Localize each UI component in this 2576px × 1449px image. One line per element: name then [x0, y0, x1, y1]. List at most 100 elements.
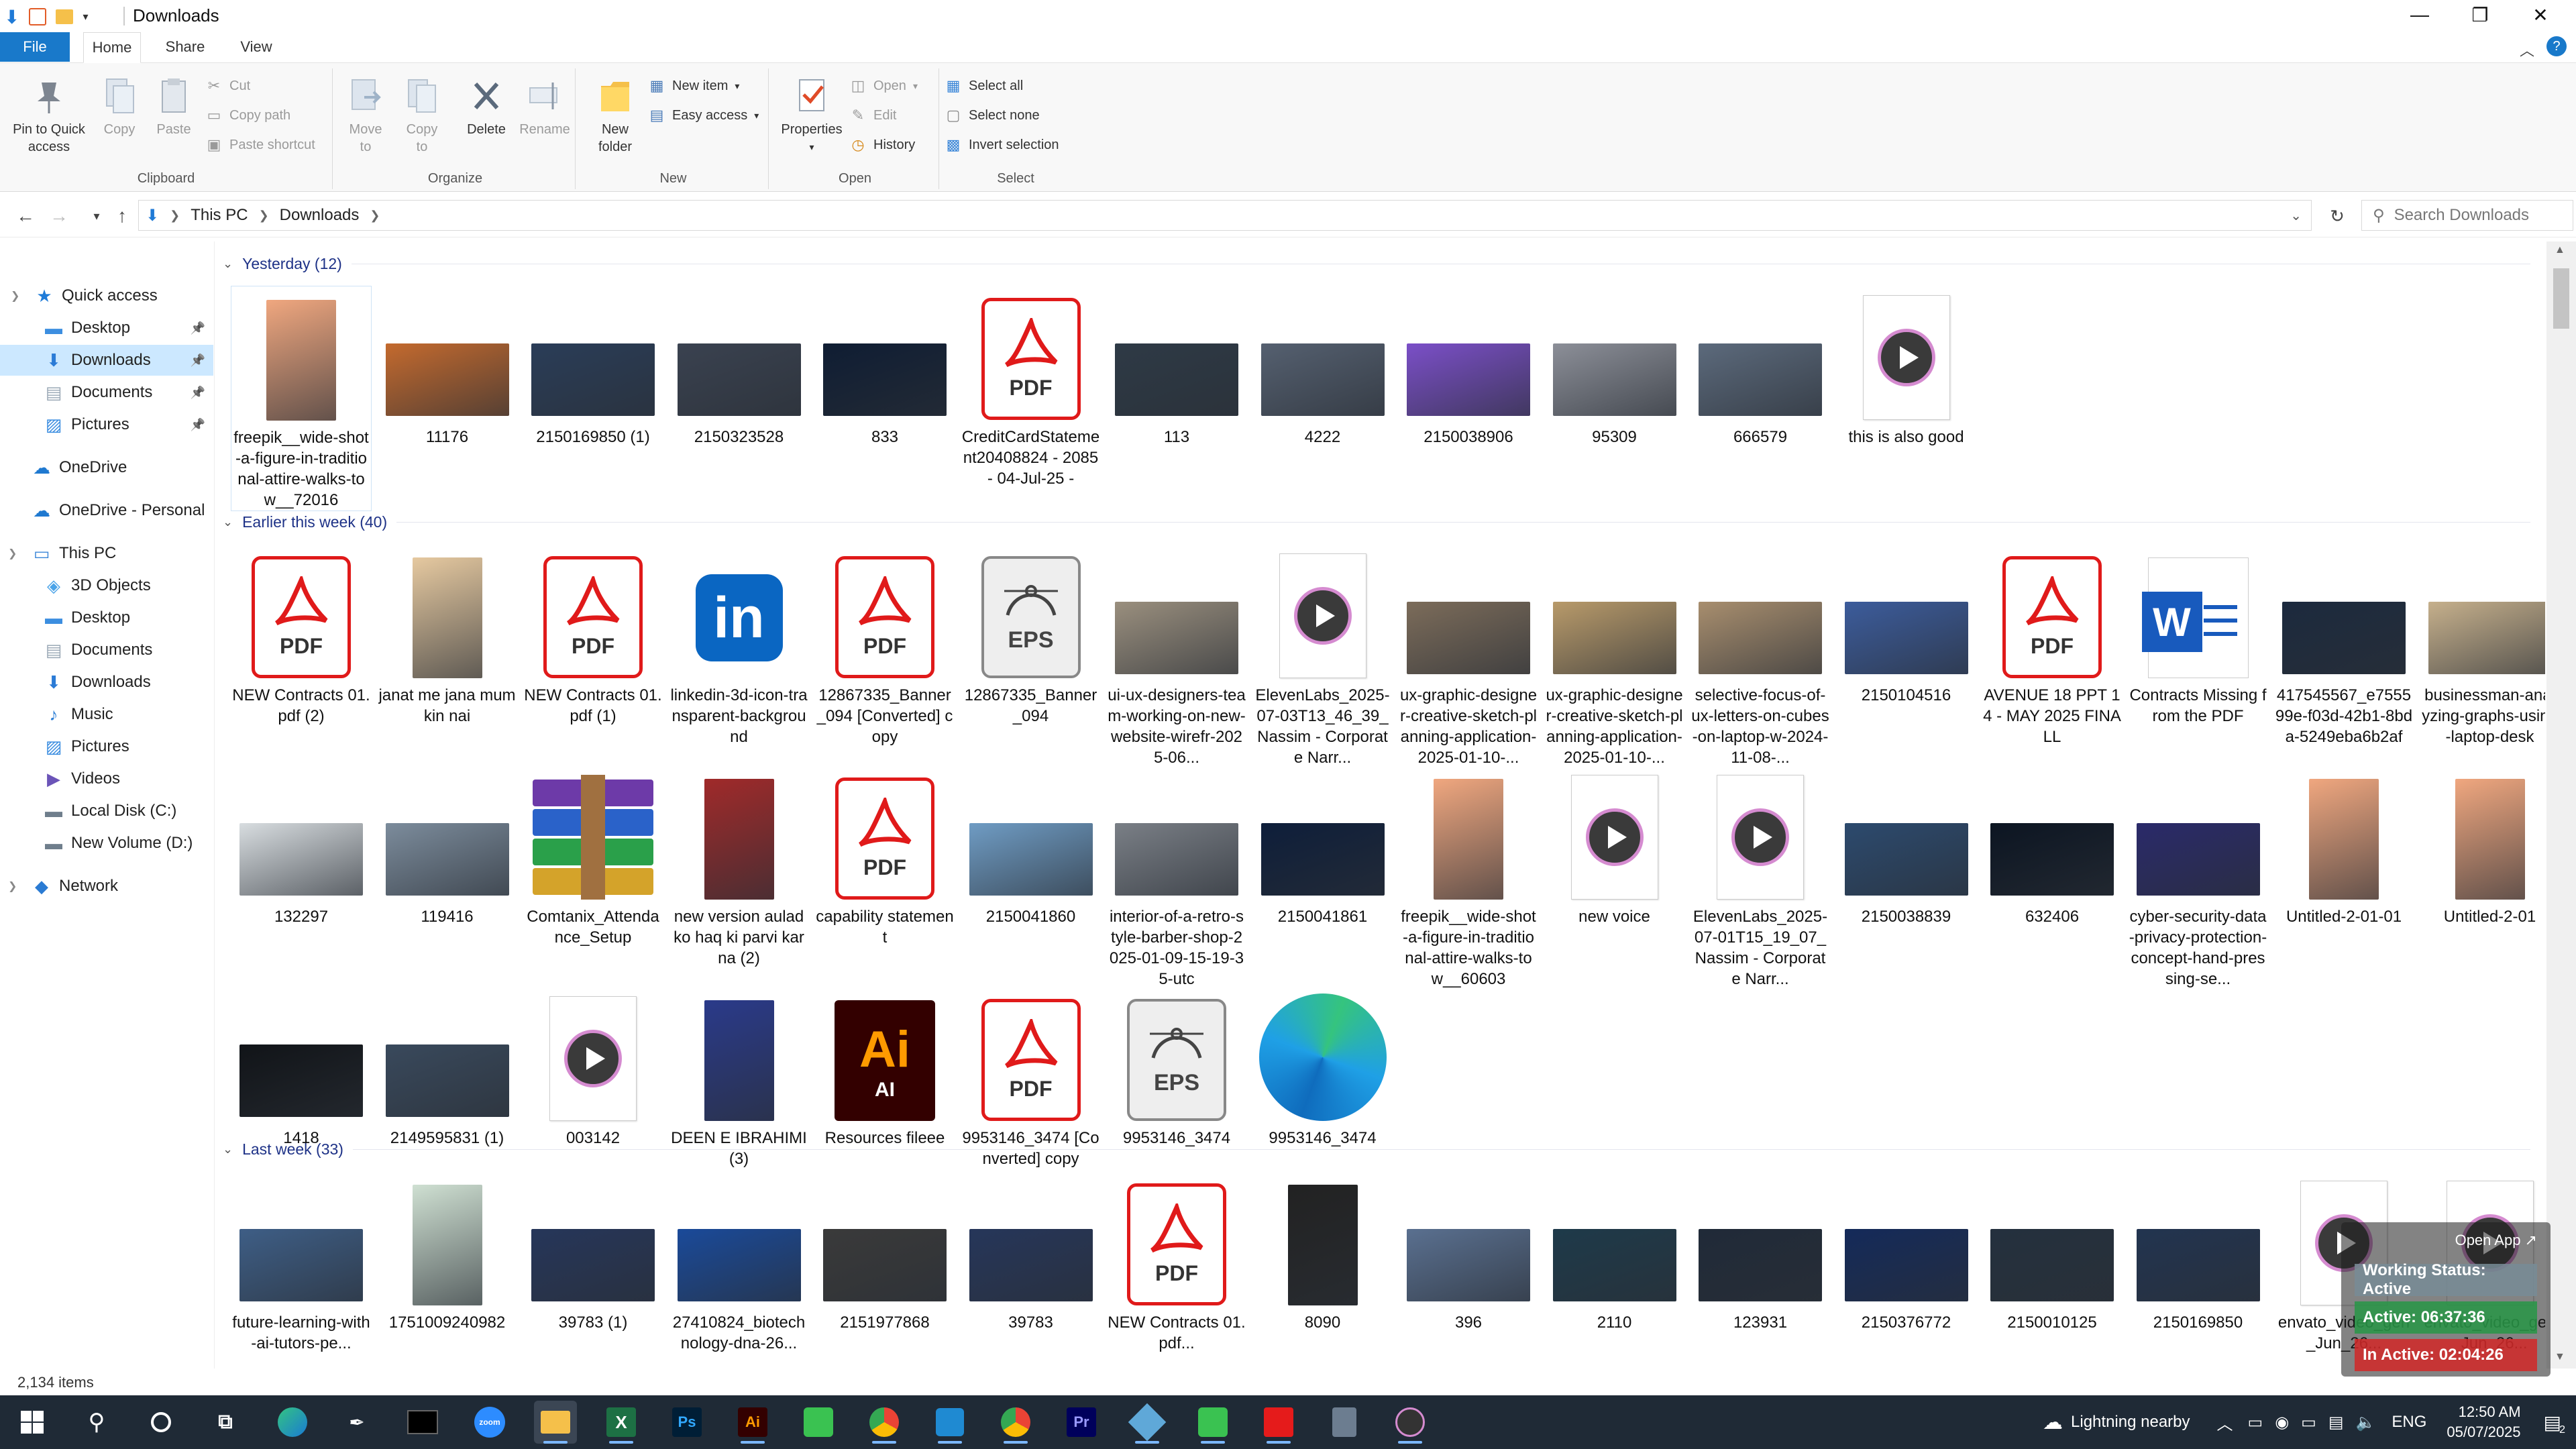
file-item[interactable]: EPS 9953146_3474 — [1106, 987, 1247, 1148]
file-item[interactable]: ElevenLabs_2025-07-01T15_19_07_Nassim - … — [1690, 765, 1831, 989]
nav-item-this-pc[interactable]: ❯ ▭ This PC — [0, 538, 213, 569]
file-item[interactable]: future-learning-with-ai-tutors-pe... — [231, 1171, 372, 1354]
edge-taskbar-icon[interactable] — [271, 1401, 314, 1444]
nav-item-local-disk-c-[interactable]: ▬ Local Disk (C:) — [0, 796, 213, 826]
file-item[interactable]: janat me jana mumkin nai — [377, 544, 518, 727]
photoshop-icon[interactable]: Ps — [665, 1401, 708, 1444]
delete-button[interactable]: Delete — [463, 75, 510, 138]
file-item[interactable]: 2150323528 — [669, 286, 810, 447]
file-item[interactable]: new version aulad ko haq ki parvi karna … — [669, 765, 810, 969]
group-header[interactable]: ⌄ Last week (33) — [223, 1140, 2530, 1159]
start-button[interactable] — [11, 1401, 54, 1444]
file-item[interactable]: 417545567_e755599e-f03d-42b1-8bda-5249eb… — [2273, 544, 2414, 747]
file-item[interactable]: PDF AVENUE 18 PPT 14 - MAY 2025 FINALL — [1982, 544, 2123, 747]
illustrator-icon[interactable]: Ai — [731, 1401, 774, 1444]
file-item[interactable]: 632406 — [1982, 765, 2123, 927]
nav-item-documents[interactable]: ▤ Documents — [0, 635, 213, 665]
refresh-button[interactable]: ↻ — [2322, 201, 2352, 231]
back-button[interactable]: ← — [11, 201, 40, 231]
file-item[interactable]: freepik__wide-shot-a-figure-in-tradition… — [1398, 765, 1539, 989]
file-item[interactable]: 123931 — [1690, 1171, 1831, 1333]
file-item[interactable]: businessman-analyzing-graphs-using-lapto… — [2420, 544, 2545, 747]
paste-shortcut-button[interactable]: ▣ Paste shortcut — [205, 131, 315, 158]
nav-item-pictures[interactable]: ▨ Pictures — [0, 731, 213, 762]
forward-button[interactable]: → — [44, 201, 74, 231]
file-item[interactable]: PDF NEW Contracts 01.pdf... — [1106, 1171, 1247, 1354]
file-item[interactable]: ElevenLabs_2025-07-03T13_46_39_Nassim - … — [1252, 544, 1393, 768]
nav-item-pictures[interactable]: ▨ Pictures 📌 — [0, 409, 213, 440]
tab-file[interactable]: File — [0, 32, 70, 62]
file-item[interactable]: W Contracts Missing from the PDF — [2128, 544, 2269, 727]
file-item[interactable]: 2150041860 — [961, 765, 1102, 927]
move-to-button[interactable]: Move to — [342, 75, 389, 156]
premiere-icon[interactable]: Pr — [1060, 1401, 1103, 1444]
file-item[interactable]: 39783 (1) — [523, 1171, 663, 1333]
file-item[interactable]: this is also good — [1836, 286, 1977, 447]
easy-access-button[interactable]: ▤ Easy access ▾ — [648, 102, 759, 129]
file-item[interactable]: 8090 — [1252, 1171, 1393, 1333]
open-app-link[interactable]: Open App ↗ — [2455, 1232, 2537, 1249]
cortana-icon[interactable] — [140, 1401, 182, 1444]
webcam-icon[interactable]: ◉ — [2275, 1413, 2289, 1432]
file-item[interactable]: 2150169850 — [2128, 1171, 2269, 1333]
copy-to-button[interactable]: Copy to — [398, 75, 445, 156]
language-indicator[interactable]: ENG — [2392, 1413, 2426, 1432]
file-item[interactable]: 2150038839 — [1836, 765, 1977, 927]
tab-share[interactable]: Share — [158, 32, 212, 62]
scrollbar-thumb[interactable] — [2553, 268, 2569, 329]
file-item[interactable]: 396 — [1398, 1171, 1539, 1333]
calculator-icon[interactable] — [1323, 1401, 1366, 1444]
file-item[interactable]: interior-of-a-retro-style-barber-shop-20… — [1106, 765, 1247, 989]
nav-item-desktop[interactable]: ▬ Desktop 📌 — [0, 313, 213, 343]
phone-link-icon[interactable] — [1191, 1401, 1234, 1444]
nav-item-onedrive[interactable]: ☁ OneDrive — [0, 452, 213, 483]
chrome-icon[interactable] — [863, 1401, 906, 1444]
close-button[interactable]: ✕ — [2510, 0, 2571, 30]
up-button[interactable]: ↑ — [107, 201, 137, 231]
tab-view[interactable]: View — [229, 32, 283, 62]
nav-item-videos[interactable]: ▶ Videos — [0, 763, 213, 794]
acrobat-icon[interactable] — [1257, 1401, 1300, 1444]
file-item[interactable]: ux-graphic-designer-creative-sketch-plan… — [1544, 544, 1685, 768]
nav-item-music[interactable]: ♪ Music — [0, 699, 213, 730]
search-input[interactable]: Search Downloads — [2394, 206, 2529, 225]
file-item[interactable]: 1751009240982 — [377, 1171, 518, 1333]
nav-item-downloads[interactable]: ⬇ Downloads 📌 — [0, 345, 213, 376]
new-folder-quick-icon[interactable] — [56, 9, 74, 24]
file-item[interactable]: 95309 — [1544, 286, 1685, 447]
file-item[interactable]: PDF capability statement — [814, 765, 955, 948]
file-item[interactable]: ux-graphic-designer-creative-sketch-plan… — [1398, 544, 1539, 768]
minimize-button[interactable]: — — [2390, 0, 2450, 30]
nav-item-new-volume-d-[interactable]: ▬ New Volume (D:) — [0, 828, 213, 859]
app-hexagon-icon[interactable] — [1126, 1401, 1169, 1444]
file-item[interactable]: 4222 — [1252, 286, 1393, 447]
properties-quick-icon[interactable] — [29, 8, 47, 25]
weather-icon[interactable]: ☁ — [2043, 1411, 2063, 1434]
clock[interactable]: 12:50 AM 05/07/2025 — [2447, 1402, 2520, 1442]
file-item[interactable]: Untitled-2-01-01 — [2273, 765, 2414, 927]
new-folder-button[interactable]: New folder — [585, 75, 645, 156]
notification-center-icon[interactable]: ▤ 2 — [2544, 1411, 2565, 1436]
select-all-button[interactable]: ▦ Select all — [945, 72, 1024, 99]
file-item[interactable]: 833 — [814, 286, 955, 447]
address-bar[interactable]: ⬇ ❯ This PC ❯ Downloads ❯ ⌄ — [138, 200, 2312, 231]
file-item[interactable]: 2151977868 — [814, 1171, 955, 1333]
file-item[interactable]: 132297 — [231, 765, 372, 927]
search-box[interactable]: ⚲ Search Downloads — [2361, 200, 2573, 231]
breadcrumb-downloads[interactable]: Downloads — [280, 206, 360, 225]
nav-item-desktop[interactable]: ▬ Desktop — [0, 602, 213, 633]
vertical-scrollbar[interactable]: ▲ ▼ — [2546, 241, 2576, 1368]
network-tray-icon[interactable]: ▤ — [2328, 1413, 2344, 1432]
file-item[interactable]: 9953146_3474 — [1252, 987, 1393, 1148]
properties-button[interactable]: Properties ▾ — [777, 75, 847, 156]
file-item[interactable]: new voice — [1544, 765, 1685, 927]
file-item[interactable]: 11176 — [377, 286, 518, 447]
file-item[interactable]: selective-focus-of-ux-letters-on-cubes-o… — [1690, 544, 1831, 768]
file-item[interactable]: 119416 — [377, 765, 518, 927]
group-header[interactable]: ⌄ Yesterday (12) — [223, 255, 2530, 273]
tab-home[interactable]: Home — [83, 32, 141, 63]
scroll-down-icon[interactable]: ▼ — [2555, 1351, 2565, 1363]
customize-toolbar-icon[interactable]: ▾ — [83, 10, 88, 23]
select-none-button[interactable]: ▢ Select none — [945, 102, 1040, 129]
excel-icon[interactable]: X — [600, 1401, 643, 1444]
